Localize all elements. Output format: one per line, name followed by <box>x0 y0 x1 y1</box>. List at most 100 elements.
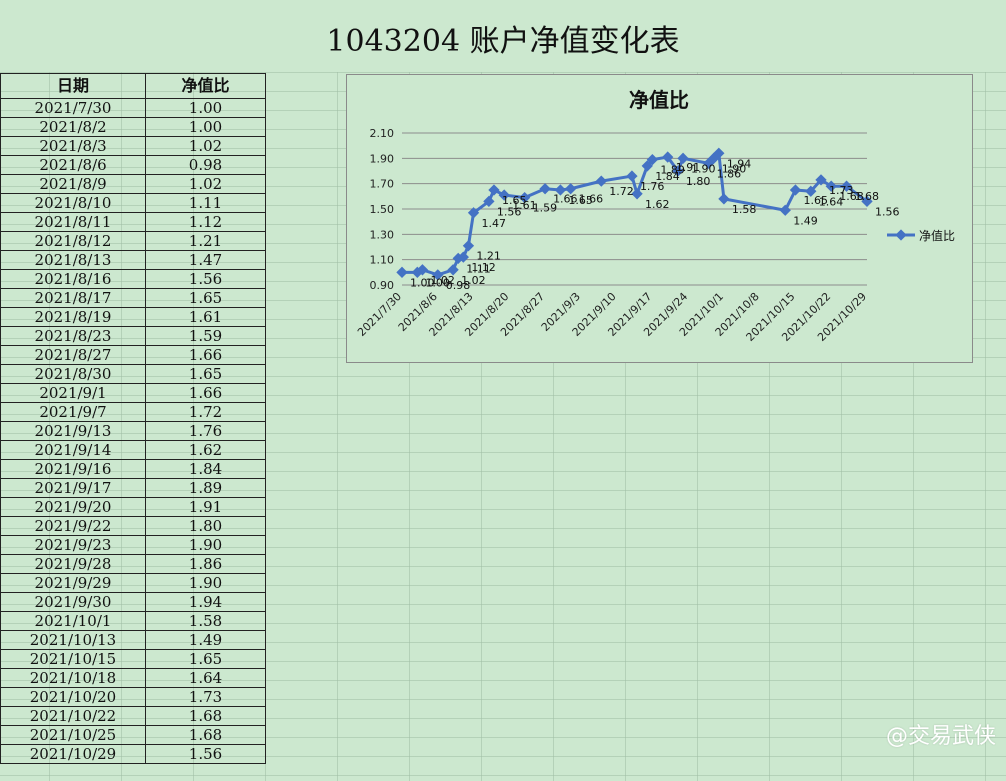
data-point <box>595 175 607 187</box>
table-row: 2021/8/19 1.61 <box>0 307 266 327</box>
cell-date[interactable]: 2021/8/23 <box>0 326 146 346</box>
cell-date[interactable]: 2021/8/10 <box>0 193 146 213</box>
cell-nav-ratio[interactable]: 1.02 <box>145 174 266 194</box>
chart-container[interactable]: 净值比 0.90 1.10 1.30 1.50 1.70 1.90 2.10 2021/7/30… <box>346 74 973 363</box>
cell-date[interactable]: 2021/9/16 <box>0 459 146 479</box>
data-point <box>789 184 802 196</box>
cell-date[interactable]: 2021/7/30 <box>0 98 146 118</box>
cell-nav-ratio[interactable]: 1.65 <box>145 364 266 384</box>
data-label: 1.66 <box>579 193 604 206</box>
cell-nav-ratio[interactable]: 1.76 <box>145 421 266 441</box>
cell-nav-ratio[interactable]: 1.47 <box>145 250 266 270</box>
data-point <box>626 170 638 182</box>
table-row: 2021/9/1 1.66 <box>0 383 266 403</box>
cell-date[interactable]: 2021/8/27 <box>0 345 146 365</box>
header-nav-ratio[interactable]: 净值比 <box>145 73 266 99</box>
table-row: 2021/9/22 1.80 <box>0 516 266 536</box>
data-label: 1.47 <box>482 217 507 230</box>
cell-date[interactable]: 2021/10/20 <box>0 687 146 707</box>
cell-nav-ratio[interactable]: 1.66 <box>145 345 266 365</box>
table-row: 2021/10/18 1.64 <box>0 668 266 688</box>
cell-date[interactable]: 2021/10/25 <box>0 725 146 745</box>
cell-date[interactable]: 2021/10/18 <box>0 668 146 688</box>
cell-date[interactable]: 2021/8/30 <box>0 364 146 384</box>
cell-nav-ratio[interactable]: 0.98 <box>145 155 266 175</box>
cell-nav-ratio[interactable]: 1.66 <box>145 383 266 403</box>
cell-date[interactable]: 2021/9/20 <box>0 497 146 517</box>
cell-nav-ratio[interactable]: 1.73 <box>145 687 266 707</box>
cell-date[interactable]: 2021/9/23 <box>0 535 146 555</box>
table-row: 2021/9/13 1.76 <box>0 421 266 441</box>
cell-nav-ratio[interactable]: 1.58 <box>145 611 266 631</box>
cell-date[interactable]: 2021/9/29 <box>0 573 146 593</box>
cell-date[interactable]: 2021/9/22 <box>0 516 146 536</box>
table-row: 2021/9/28 1.86 <box>0 554 266 574</box>
cell-date[interactable]: 2021/8/19 <box>0 307 146 327</box>
table-row: 2021/9/23 1.90 <box>0 535 266 555</box>
cell-date[interactable]: 2021/9/13 <box>0 421 146 441</box>
table-row: 2021/9/7 1.72 <box>0 402 266 422</box>
cell-nav-ratio[interactable]: 1.11 <box>145 193 266 213</box>
cell-nav-ratio[interactable]: 1.68 <box>145 706 266 726</box>
cell-nav-ratio[interactable]: 1.80 <box>145 516 266 536</box>
cell-date[interactable]: 2021/10/13 <box>0 630 146 650</box>
cell-nav-ratio[interactable]: 1.65 <box>145 649 266 669</box>
cell-date[interactable]: 2021/8/12 <box>0 231 146 251</box>
cell-nav-ratio[interactable]: 1.72 <box>145 402 266 422</box>
data-label: 1.56 <box>875 205 900 218</box>
cell-date[interactable]: 2021/10/1 <box>0 611 146 631</box>
cell-date[interactable]: 2021/8/2 <box>0 117 146 137</box>
cell-nav-ratio[interactable]: 1.91 <box>145 497 266 517</box>
cell-nav-ratio[interactable]: 1.59 <box>145 326 266 346</box>
cell-nav-ratio[interactable]: 1.49 <box>145 630 266 650</box>
cell-date[interactable]: 2021/9/30 <box>0 592 146 612</box>
cell-nav-ratio[interactable]: 1.64 <box>145 668 266 688</box>
cell-nav-ratio[interactable]: 1.84 <box>145 459 266 479</box>
header-date[interactable]: 日期 <box>0 73 146 99</box>
cell-nav-ratio[interactable]: 1.68 <box>145 725 266 745</box>
cell-date[interactable]: 2021/8/6 <box>0 155 146 175</box>
cell-date[interactable]: 2021/8/16 <box>0 269 146 289</box>
chart-title: 净值比 <box>629 88 689 112</box>
cell-nav-ratio[interactable]: 1.86 <box>145 554 266 574</box>
legend-marker <box>895 229 907 241</box>
table-row: 2021/8/11 1.12 <box>0 212 266 232</box>
table-row: 2021/8/2 1.00 <box>0 117 266 137</box>
data-label: 1.72 <box>609 185 634 198</box>
cell-nav-ratio[interactable]: 1.56 <box>145 269 266 289</box>
cell-nav-ratio[interactable]: 1.02 <box>145 136 266 156</box>
table-row: 2021/10/15 1.65 <box>0 649 266 669</box>
cell-nav-ratio[interactable]: 1.21 <box>145 231 266 251</box>
cell-nav-ratio[interactable]: 1.62 <box>145 440 266 460</box>
nav-line-chart: 净值比 0.90 1.10 1.30 1.50 1.70 1.90 2.10 2021/7/30… <box>355 88 955 344</box>
cell-date[interactable]: 2021/8/3 <box>0 136 146 156</box>
cell-date[interactable]: 2021/10/29 <box>0 744 146 764</box>
cell-date[interactable]: 2021/9/1 <box>0 383 146 403</box>
cell-date[interactable]: 2021/9/7 <box>0 402 146 422</box>
cell-nav-ratio[interactable]: 1.12 <box>145 212 266 232</box>
cell-date[interactable]: 2021/10/22 <box>0 706 146 726</box>
cell-date[interactable]: 2021/8/17 <box>0 288 146 308</box>
cell-nav-ratio[interactable]: 1.00 <box>145 98 266 118</box>
cell-nav-ratio[interactable]: 1.90 <box>145 535 266 555</box>
cell-nav-ratio[interactable]: 1.94 <box>145 592 266 612</box>
cell-date[interactable]: 2021/9/17 <box>0 478 146 498</box>
y-tick-label: 1.30 <box>370 228 395 241</box>
data-point <box>462 240 475 252</box>
cell-date[interactable]: 2021/8/11 <box>0 212 146 232</box>
data-label: 1.68 <box>855 190 880 203</box>
cell-nav-ratio[interactable]: 1.00 <box>145 117 266 137</box>
cell-nav-ratio[interactable]: 1.65 <box>145 288 266 308</box>
cell-date[interactable]: 2021/8/9 <box>0 174 146 194</box>
cell-date[interactable]: 2021/10/15 <box>0 649 146 669</box>
cell-nav-ratio[interactable]: 1.56 <box>145 744 266 764</box>
data-point <box>718 193 730 205</box>
cell-date[interactable]: 2021/8/13 <box>0 250 146 270</box>
table-row: 2021/7/30 1.00 <box>0 98 266 118</box>
cell-date[interactable]: 2021/9/28 <box>0 554 146 574</box>
cell-date[interactable]: 2021/9/14 <box>0 440 146 460</box>
table-row: 2021/9/16 1.84 <box>0 459 266 479</box>
cell-nav-ratio[interactable]: 1.89 <box>145 478 266 498</box>
cell-nav-ratio[interactable]: 1.61 <box>145 307 266 327</box>
cell-nav-ratio[interactable]: 1.90 <box>145 573 266 593</box>
